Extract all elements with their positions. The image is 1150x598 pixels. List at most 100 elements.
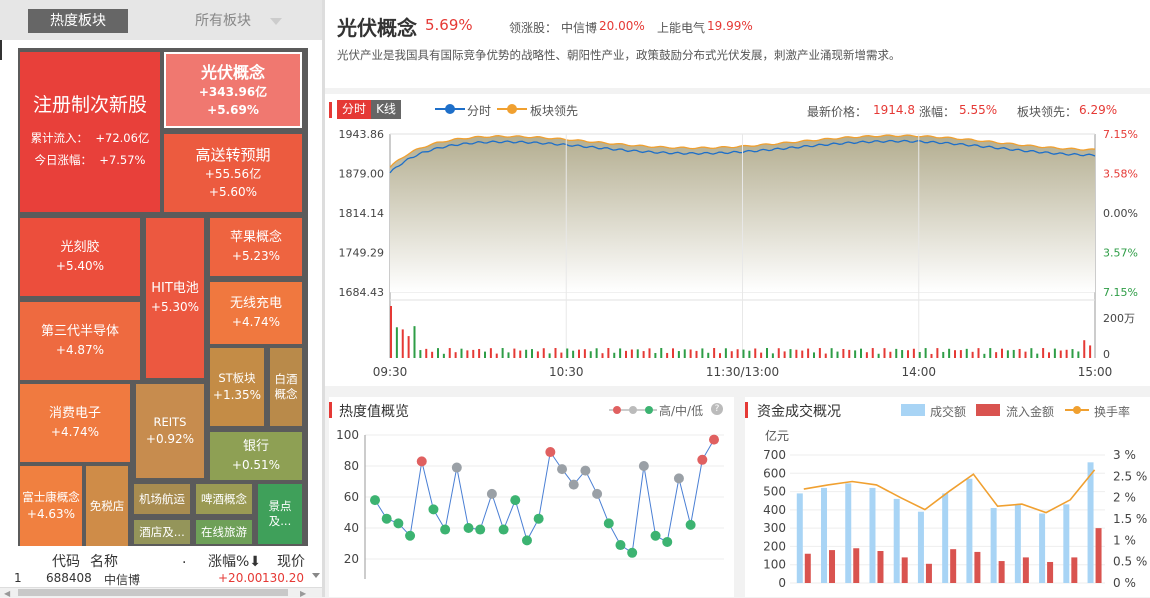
legend-lead: 板块领先 [530, 104, 579, 118]
sector-tile-yinhang[interactable]: 银行 +0.51% [210, 432, 302, 480]
volume-bar [413, 326, 416, 358]
inflow-bar [1047, 561, 1054, 583]
sector-tile-zhuce[interactable]: 注册制次新股 累计流入： +72.06亿 今日涨幅： +7.57% [20, 52, 160, 212]
sector-tile-stat: +4.74% [231, 314, 281, 329]
heat-point [451, 462, 462, 473]
sector-tile-baijiu[interactable]: 白酒概念 [270, 348, 302, 426]
sector-tile-stat: +55.56亿 [204, 167, 262, 182]
row-change: +20.00 [218, 571, 263, 585]
volume-bar [431, 351, 434, 358]
change-label: 涨幅： [919, 105, 956, 119]
heat-point [627, 547, 638, 558]
sector-tile-name: 消费电子 [48, 405, 101, 421]
col-code[interactable]: 代码 [52, 551, 80, 571]
panel-marker [329, 102, 332, 118]
sector-tile-st[interactable]: ST板块 +1.35% [210, 348, 264, 426]
sector-tile-guangfu[interactable]: 光伏概念 +343.96亿 +5.69% [164, 52, 302, 128]
tab-hot-sectors[interactable]: 热度板块 [28, 9, 128, 33]
y-tick-right: 1.5 % [1113, 512, 1147, 526]
y-tick-left: 0 [778, 576, 786, 590]
volume-bar [601, 353, 604, 358]
sector-lead-label: 板块领先： [1017, 105, 1078, 119]
row-code: 688408 [46, 571, 92, 585]
volume-bar [796, 493, 803, 583]
scrollbar-thumb[interactable] [18, 589, 288, 596]
volume-bar [460, 348, 463, 358]
fund-chart[interactable]: 700 600 500 400 300 200 100 0 3 % 2.5 % 2 % 1.5 % 1 … [745, 447, 1150, 597]
volume-bar [830, 348, 833, 358]
tab-all-sectors[interactable]: 所有板块 [158, 9, 288, 33]
sector-tile-xiaofei[interactable]: 消费电子 +4.74% [20, 384, 130, 462]
sector-tile-jiudian[interactable]: 酒店及... [134, 520, 190, 544]
heat-point [486, 488, 497, 499]
col-name[interactable]: 名称 [90, 551, 118, 571]
sector-tile-name: 第三代半导体 [40, 323, 119, 339]
volume-bar [995, 352, 998, 358]
volume-bar [777, 348, 780, 358]
volume-bar [907, 350, 909, 358]
volume-bar [495, 353, 498, 358]
sector-tile-hit[interactable]: HIT电池 +5.30% [146, 218, 204, 378]
horizontal-scrollbar[interactable]: ◀ ▶ [0, 587, 322, 598]
legend-inflow-swatch [976, 404, 1000, 416]
sector-tile-pingguo[interactable]: 苹果概念 +5.23% [210, 218, 302, 276]
sector-tile-name: 光伏概念 [200, 63, 265, 83]
volume-bar [942, 351, 945, 358]
sector-tile-stat: 今日涨幅： +7.57% [34, 152, 146, 167]
sector-tile-zaixian[interactable]: 在线旅游 [196, 520, 252, 544]
tab-kline[interactable]: K线 [371, 100, 401, 119]
heat-point [662, 536, 673, 547]
heat-point [533, 513, 544, 524]
volume-bar [572, 350, 575, 358]
sector-tile-reits[interactable]: REITS +0.92% [136, 384, 204, 478]
volume-bar [842, 348, 845, 358]
col-price[interactable]: 现价 [277, 551, 305, 571]
fund-unit: 亿元 [765, 429, 790, 443]
volume-bar [971, 351, 974, 358]
sector-tile-guangke[interactable]: 光刻胶 +5.40% [20, 218, 140, 296]
sector-tile-jichang[interactable]: 机场航运 [134, 484, 190, 514]
heat-point [638, 461, 649, 471]
volume-bar [1065, 349, 1068, 358]
volume-bar [513, 348, 516, 358]
volume-bar [613, 352, 616, 358]
sector-tile-mianshui[interactable]: 免税店 [86, 466, 128, 546]
y-tick-right: 3.57% [1103, 247, 1138, 260]
volume-bar [1006, 350, 1009, 358]
heat-chart[interactable]: 100 80 60 40 20 [329, 425, 734, 597]
sector-tile-name: HIT电池 [151, 280, 199, 296]
heat-point [545, 447, 556, 458]
volume-bar [989, 348, 992, 358]
sector-tile-gaosong[interactable]: 高送转预期 +55.56亿 +5.60% [164, 134, 302, 212]
volume-bar [845, 483, 852, 583]
sector-tile-jingdian[interactable]: 景点及... [258, 484, 302, 544]
heat-point [603, 518, 614, 529]
sector-tile-fushikang[interactable]: 富士康概念 +4.63% [20, 466, 82, 546]
volume-bar [519, 350, 522, 358]
sector-tile-wuxian[interactable]: 无线充电 +4.74% [210, 282, 302, 344]
tab-all-label: 所有板块 [195, 13, 251, 29]
intraday-chart[interactable]: 1943.86 1879.00 1814.14 1749.29 1684.43 7.15%… [325, 122, 1150, 386]
help-icon[interactable]: ? [711, 403, 723, 415]
volume-bar [883, 348, 886, 358]
sector-tile-disandai[interactable]: 第三代半导体 +4.87% [20, 302, 140, 380]
chevron-down-icon[interactable] [270, 18, 282, 25]
y-tick-right: 3.58% [1103, 168, 1138, 181]
volume-bar [566, 348, 569, 358]
sector-tile-name: 富士康概念 [22, 489, 80, 504]
sector-tile-stat: +4.63% [26, 506, 76, 521]
sector-tile-name: 酒店及... [139, 524, 185, 539]
y-tick-left: 1814.14 [339, 207, 385, 220]
leader2-name[interactable]: 上能电气 [657, 19, 705, 36]
tab-fenshi[interactable]: 分时 [337, 100, 371, 119]
fund-title: 资金成交概况 [757, 404, 841, 420]
sector-tile-stat: +4.87% [55, 342, 105, 357]
volume-bar [630, 349, 633, 358]
sector-tile-pijiu[interactable]: 啤酒概念 [196, 484, 252, 514]
col-change[interactable]: 涨幅%⬇ [208, 551, 261, 571]
heat-point [405, 530, 416, 541]
volume-bar [771, 353, 774, 358]
leader1-name[interactable]: 中信博 [561, 19, 597, 36]
table-row[interactable]: 1 688408 中信博 +20.00 130.20 [0, 571, 322, 587]
scroll-down-icon[interactable] [312, 573, 320, 578]
